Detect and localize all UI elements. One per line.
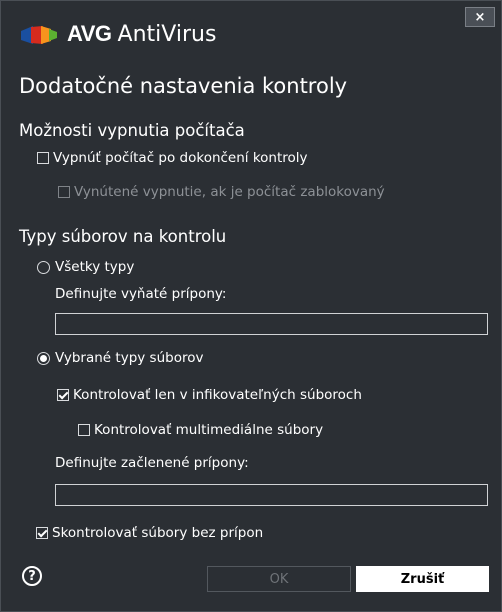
- selected-types-option[interactable]: Vybrané typy súborov: [37, 350, 203, 366]
- avg-logo-icon: [21, 26, 57, 44]
- infectable-only-checkbox[interactable]: [57, 389, 69, 401]
- shutdown-section-title: Možnosti vypnutia počítača: [19, 121, 245, 140]
- all-types-label: Všetky typy: [55, 259, 135, 275]
- included-extensions-label: Definujte začlenené prípony:: [55, 455, 249, 471]
- no-extension-label: Skontrolovať súbory bez prípon: [52, 525, 264, 541]
- shutdown-after-scan-label: Vypnúť počítač po dokončení kontroly: [53, 150, 308, 166]
- dialog-window: AVG AntiVirus × Dodatočné nastavenia kont…: [0, 0, 502, 612]
- all-types-radio[interactable]: [37, 260, 50, 274]
- page-title: Dodatočné nastavenia kontroly: [19, 74, 348, 98]
- force-shutdown-option: Vynútené vypnutie, ak je počítač zabloko…: [58, 184, 385, 200]
- included-extensions-input[interactable]: [55, 484, 488, 506]
- help-icon[interactable]: ?: [22, 566, 42, 586]
- infectable-only-option[interactable]: Kontrolovať len v infikovateľných súboro…: [57, 387, 362, 403]
- excluded-extensions-input[interactable]: [55, 313, 488, 335]
- force-shutdown-label: Vynútené vypnutie, ak je počítač zabloko…: [74, 184, 385, 200]
- cancel-button[interactable]: Zrušiť: [356, 566, 489, 592]
- file-types-section-title: Typy súborov na kontrolu: [19, 227, 227, 246]
- product-name: AntiVirus: [117, 22, 217, 47]
- app-title: AVG AntiVirus: [67, 20, 216, 49]
- multimedia-label: Kontrolovať multimediálne súbory: [94, 422, 324, 438]
- ok-button[interactable]: OK: [207, 566, 351, 592]
- all-types-option[interactable]: Všetky typy: [37, 259, 134, 275]
- selected-types-label: Vybrané typy súborov: [55, 350, 204, 366]
- close-button[interactable]: ×: [465, 7, 495, 27]
- shutdown-after-scan-checkbox[interactable]: [37, 152, 49, 164]
- title-bar: AVG AntiVirus ×: [1, 1, 501, 57]
- no-extension-checkbox[interactable]: [36, 527, 48, 539]
- excluded-extensions-label: Definujte vyňaté prípony:: [55, 286, 227, 302]
- force-shutdown-checkbox: [58, 186, 70, 198]
- no-extension-option[interactable]: Skontrolovať súbory bez prípon: [36, 525, 263, 541]
- brand-name: AVG: [67, 21, 112, 46]
- infectable-only-label: Kontrolovať len v infikovateľných súboro…: [73, 387, 362, 403]
- selected-types-radio[interactable]: [37, 351, 50, 365]
- multimedia-option[interactable]: Kontrolovať multimediálne súbory: [78, 422, 323, 438]
- shutdown-after-scan-option[interactable]: Vypnúť počítač po dokončení kontroly: [37, 150, 308, 166]
- multimedia-checkbox[interactable]: [78, 424, 90, 436]
